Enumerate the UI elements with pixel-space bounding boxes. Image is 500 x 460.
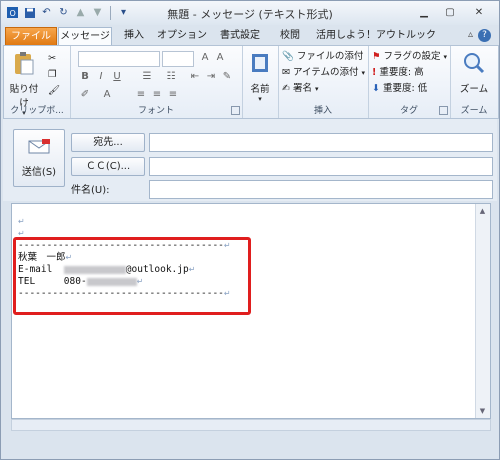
underline-icon[interactable]: U [110, 70, 124, 84]
cc-field[interactable] [149, 157, 493, 176]
attach-item-label: アイテムの添付 [292, 67, 359, 78]
decrease-indent-icon[interactable]: ⇤ [188, 70, 202, 84]
scroll-down-icon[interactable]: ▼ [478, 407, 487, 415]
zoom-group-label: ズーム [460, 106, 488, 116]
close-icon[interactable]: ✕ [465, 4, 493, 20]
ribbon: 貼り付け ▾ ✂ ❐ 🖌 クリップボ... A A B I U ☰ ☷ ⇤ ⇥ … [3, 45, 499, 119]
signature-icon: ✍ [282, 83, 290, 94]
attach-file-button[interactable]: 📎 ファイルの添付 [282, 50, 363, 64]
tab-addin[interactable]: 活用しよう！アウトルック [315, 27, 437, 45]
to-button[interactable]: 宛先... [71, 133, 145, 152]
send-envelope-icon [28, 139, 50, 154]
vertical-scrollbar[interactable]: ▲ ▼ [475, 204, 490, 418]
signature-button[interactable]: ✍ 署名 ▾ [282, 82, 319, 96]
cut-icon[interactable]: ✂ [48, 52, 56, 66]
attach-file-label: ファイルの添付 [296, 51, 364, 62]
importance-low-label: 重要度: 低 [382, 83, 428, 94]
zoom-button[interactable]: ズーム [456, 50, 492, 95]
status-bar [1, 437, 499, 459]
tab-file[interactable]: ファイル [5, 27, 57, 45]
italic-icon[interactable]: I [94, 70, 108, 84]
window-controls: ▁ ▢ ✕ [413, 4, 493, 20]
tags-group-label: タグ [399, 106, 418, 116]
signature-highlight-box [13, 237, 251, 315]
maximize-icon[interactable]: ▢ [439, 4, 461, 20]
bold-icon[interactable]: B [78, 70, 92, 84]
numbering-icon[interactable]: ☷ [164, 70, 178, 84]
magnifier-icon [464, 53, 485, 74]
bullets-icon[interactable]: ☰ [140, 70, 154, 84]
paperclip-icon: 📎 [282, 51, 294, 62]
flag-icon: ⚑ [372, 51, 381, 62]
copy-icon[interactable]: ❐ [48, 68, 57, 82]
insert-group: 📎 ファイルの添付 ✉ アイテムの添付 ▾ ✍ 署名 ▾ 挿入 [278, 46, 369, 118]
align-center-icon[interactable]: ≡ [150, 88, 164, 102]
font-name-dropdown[interactable] [78, 51, 160, 67]
names-label: 名前 [250, 84, 270, 95]
signature-label: 署名 [292, 83, 312, 94]
message-header: 送信(S) 宛先... ＣＣ(C)... 件名(U): [3, 119, 497, 201]
tab-insert[interactable]: 挿入 [117, 27, 151, 45]
paragraph-mark: ↵ [18, 217, 25, 226]
font-color-icon[interactable]: A [100, 88, 114, 102]
follow-up-button[interactable]: ⚑ フラグの設定 ▾ [372, 50, 447, 64]
zoom-group: ズーム ズーム [450, 46, 498, 118]
clipboard-group-label: クリップボ... [10, 106, 64, 116]
title-bar: O ↶ ↻ ▲ ▼ ▾ 無題 - メッセージ (テキスト形式) ▁ ▢ ✕ [1, 1, 499, 25]
scroll-up-icon[interactable]: ▲ [478, 207, 487, 215]
grow-font-icon[interactable]: A [198, 51, 212, 65]
tab-message[interactable]: メッセージ [58, 27, 112, 46]
attach-item-dropdown-icon: ▾ [361, 69, 366, 77]
subject-label: 件名(U): [71, 185, 110, 196]
names-group: 名前 ▾ [242, 46, 279, 118]
attach-item-button[interactable]: ✉ アイテムの添付 ▾ [282, 66, 365, 80]
names-dropdown-icon[interactable]: ▾ [245, 95, 275, 103]
tab-review[interactable]: 校閲 [273, 27, 307, 45]
align-left-icon[interactable]: ≡ [134, 88, 148, 102]
zoom-label: ズーム [459, 84, 489, 95]
increase-indent-icon[interactable]: ⇥ [204, 70, 218, 84]
signature-dropdown-icon: ▾ [314, 85, 319, 93]
horizontal-scrollbar[interactable] [11, 419, 491, 431]
down-arrow-icon: ⬇ [372, 83, 380, 94]
to-field[interactable] [149, 133, 493, 152]
address-book-icon [252, 54, 268, 72]
minimize-ribbon-icon[interactable]: ▵ [468, 29, 473, 40]
outlook-message-window: O ↶ ↻ ▲ ▼ ▾ 無題 - メッセージ (テキスト形式) ▁ ▢ ✕ ファ… [0, 0, 500, 460]
send-label: 送信(S) [21, 167, 57, 178]
envelope-icon: ✉ [282, 67, 290, 78]
shrink-font-icon[interactable]: A [213, 51, 227, 65]
font-dialog-launcher-icon[interactable] [231, 106, 240, 115]
importance-low-button[interactable]: ⬇ 重要度: 低 [372, 82, 427, 96]
font-size-dropdown[interactable] [162, 51, 194, 67]
clear-formatting-icon[interactable]: ✎ [220, 70, 234, 84]
tab-options[interactable]: オプション [157, 27, 207, 45]
subject-field[interactable] [149, 180, 493, 199]
minimize-icon[interactable]: ▁ [413, 4, 435, 20]
importance-high-label: 重要度: 高 [379, 67, 424, 78]
align-right-icon[interactable]: ≡ [166, 88, 180, 102]
font-group: A A B I U ☰ ☷ ⇤ ⇥ ✎ ✐ A ≡ ≡ ≡ フォント [70, 46, 243, 118]
tags-dialog-launcher-icon[interactable] [439, 106, 448, 115]
format-painter-icon[interactable]: 🖌 [48, 84, 60, 98]
tab-format-text[interactable]: 書式設定 [215, 27, 265, 45]
paste-icon [15, 52, 34, 75]
font-group-label: フォント [137, 106, 174, 116]
insert-group-label: 挿入 [313, 106, 332, 116]
exclamation-icon: ! [372, 67, 377, 78]
follow-up-dropdown-icon: ▾ [443, 53, 448, 61]
send-button[interactable]: 送信(S) [13, 129, 65, 187]
highlight-color-icon[interactable]: ✐ [78, 88, 92, 102]
cc-button[interactable]: ＣＣ(C)... [71, 157, 145, 176]
follow-up-label: フラグの設定 [383, 51, 441, 62]
help-icon[interactable]: ? [478, 29, 491, 42]
importance-high-button[interactable]: ! 重要度: 高 [372, 66, 424, 80]
ribbon-tabs: ファイル メッセージ 挿入 オプション 書式設定 校閲 活用しよう！アウトルック… [1, 25, 499, 46]
tags-group: ⚑ フラグの設定 ▾ ! 重要度: 高 ⬇ 重要度: 低 タグ [368, 46, 451, 118]
clipboard-group: 貼り付け ▾ ✂ ❐ 🖌 クリップボ... [4, 46, 71, 118]
names-button[interactable]: 名前 ▾ [245, 50, 275, 103]
